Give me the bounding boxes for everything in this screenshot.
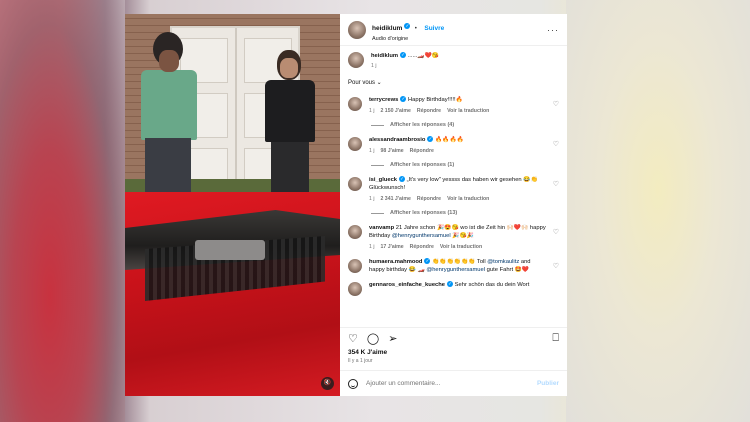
- avatar[interactable]: [348, 177, 362, 191]
- comment-likes[interactable]: 98 J'aime: [380, 148, 403, 154]
- comment-text: 👏👏👏👏👏👏 Toll: [432, 259, 486, 265]
- caption-time: 1 j: [371, 63, 377, 69]
- heart-icon[interactable]: ♡: [553, 140, 559, 148]
- comment-username[interactable]: terrycrews: [369, 97, 398, 103]
- sort-dropdown[interactable]: Pour vous ⌄: [348, 79, 559, 86]
- post-modal: 🔇 heidiklum ✓ • Suivre Audio d'origine ··…: [125, 14, 567, 396]
- comment-likes[interactable]: 17 J'aime: [380, 244, 403, 250]
- comment-composer: Publier: [340, 370, 567, 396]
- caption: heidiklum ✓ ......🏎️❤️😘 1 j: [348, 52, 559, 69]
- comment-time: 1 j: [369, 244, 375, 250]
- posted-ago: Il y a 1 jour: [348, 358, 373, 364]
- mention-link[interactable]: @henrygunthersamuel: [392, 233, 451, 239]
- verified-badge-icon: ✓: [424, 258, 431, 265]
- comment-likes[interactable]: 2 341 J'aime: [380, 196, 410, 202]
- follow-button[interactable]: Suivre: [424, 25, 444, 32]
- action-bar: ♡ ◯ ➢ ⎕: [340, 327, 567, 349]
- comments-list[interactable]: heidiklum ✓ ......🏎️❤️😘 1 j Pour vous ⌄ t…: [340, 46, 567, 327]
- person-black-shirt: [265, 50, 315, 200]
- avatar[interactable]: [348, 52, 364, 68]
- post-header: heidiklum ✓ • Suivre Audio d'origine ···: [340, 14, 567, 46]
- reply-button[interactable]: Répondre: [417, 196, 441, 202]
- heart-icon[interactable]: ♡: [553, 100, 559, 108]
- reply-button[interactable]: Répondre: [410, 148, 434, 154]
- verified-badge-icon: ✓: [400, 52, 407, 59]
- verified-badge-icon: ✓: [427, 136, 434, 143]
- avatar[interactable]: [348, 20, 366, 39]
- comment-item: isi_glueck ✓ „It's very low" yessss das h…: [348, 176, 559, 203]
- translate-button[interactable]: Voir la traduction: [447, 108, 489, 114]
- caption-text: ......🏎️❤️😘: [407, 53, 440, 59]
- caption-username[interactable]: heidiklum: [371, 53, 398, 59]
- comment-item: terrycrews ✓ Happy Birthday!!!!!🔥 1 j 2 15…: [348, 96, 559, 115]
- comment-icon[interactable]: ◯: [367, 332, 379, 345]
- translate-button[interactable]: Voir la traduction: [447, 196, 489, 202]
- background-blur-right: [566, 0, 750, 422]
- comment-text-tail: gute Fahrt 🤩❤️: [486, 267, 530, 273]
- reply-button[interactable]: Répondre: [410, 244, 434, 250]
- comment-username[interactable]: vanvamp: [369, 225, 394, 231]
- audio-label[interactable]: Audio d'origine: [372, 36, 444, 42]
- person-green-shirt: [139, 32, 197, 192]
- comment-text: Happy Birthday!!!!!🔥: [407, 97, 463, 103]
- comment-item: alessandraambrosio ✓ 🔥🔥🔥🔥 1 j 98 J'aime Rép…: [348, 136, 559, 155]
- verified-badge-icon: ✓: [400, 96, 407, 103]
- comment-text: 🔥🔥🔥🔥: [435, 137, 464, 143]
- engine-intake: [195, 240, 265, 260]
- emoji-icon[interactable]: [348, 378, 358, 389]
- reply-button[interactable]: Répondre: [417, 108, 441, 114]
- separator: •: [414, 26, 417, 32]
- view-replies-button[interactable]: Afficher les réponses (13): [371, 210, 559, 216]
- comment-text-tail: 🎉😘🎉: [452, 233, 474, 239]
- heart-icon[interactable]: ♡: [553, 262, 559, 270]
- comment-time: 1 j: [369, 196, 375, 202]
- comment-item: humaera.mahmood ✓ 👏👏👏👏👏👏 Toll @tomkaulitz…: [348, 258, 559, 274]
- avatar[interactable]: [348, 225, 362, 239]
- comment-time: 1 j: [369, 108, 375, 114]
- mention-link[interactable]: @tomkaulitz: [487, 259, 519, 265]
- post-video[interactable]: 🔇: [125, 14, 340, 396]
- more-dots-icon[interactable]: ···: [547, 25, 559, 35]
- view-replies-button[interactable]: Afficher les réponses (1): [371, 162, 559, 168]
- likes-count[interactable]: 354 K J'aime: [340, 349, 567, 356]
- avatar[interactable]: [348, 282, 362, 296]
- bookmark-icon[interactable]: ⎕: [552, 332, 559, 345]
- share-icon[interactable]: ➢: [388, 332, 397, 345]
- comment-username[interactable]: alessandraambrosio: [369, 137, 425, 143]
- comment-text: Sehr schön das du dein Wort: [454, 282, 530, 288]
- heart-icon[interactable]: ♡: [348, 332, 358, 345]
- comment-time: 1 j: [369, 148, 375, 154]
- translate-button[interactable]: Voir la traduction: [440, 244, 482, 250]
- speaker-muted-icon[interactable]: 🔇: [321, 377, 334, 390]
- avatar[interactable]: [348, 259, 362, 273]
- comment-likes[interactable]: 2 150 J'aime: [380, 108, 410, 114]
- comment-username[interactable]: gennaros_einfache_kueche: [369, 282, 445, 288]
- avatar[interactable]: [348, 97, 362, 111]
- verified-badge-icon: ✓: [399, 176, 406, 183]
- avatar[interactable]: [348, 137, 362, 151]
- heart-icon[interactable]: ♡: [553, 180, 559, 188]
- background-blur-left: [0, 0, 125, 422]
- view-replies-button[interactable]: Afficher les réponses (4): [371, 122, 559, 128]
- heart-icon[interactable]: ♡: [553, 228, 559, 236]
- author-username[interactable]: heidiklum: [372, 25, 402, 32]
- comment-input[interactable]: [366, 380, 537, 387]
- mention-link[interactable]: @henrygunthersamuel: [426, 267, 485, 273]
- comment-username[interactable]: isi_glueck: [369, 177, 397, 183]
- scroll-fade: [340, 319, 567, 327]
- comment-item: vanvamp 21 Jahre schon 🎉😍😘 wo ist die Ze…: [348, 224, 559, 251]
- comment-username[interactable]: humaera.mahmood: [369, 259, 422, 265]
- publish-button[interactable]: Publier: [537, 380, 559, 387]
- comment-item: gennaros_einfache_kueche ✓ Sehr schön das…: [348, 281, 559, 296]
- verified-badge-icon: ✓: [447, 281, 454, 288]
- post-side-panel: heidiklum ✓ • Suivre Audio d'origine ··· …: [340, 14, 567, 396]
- verified-badge-icon: ✓: [404, 22, 411, 29]
